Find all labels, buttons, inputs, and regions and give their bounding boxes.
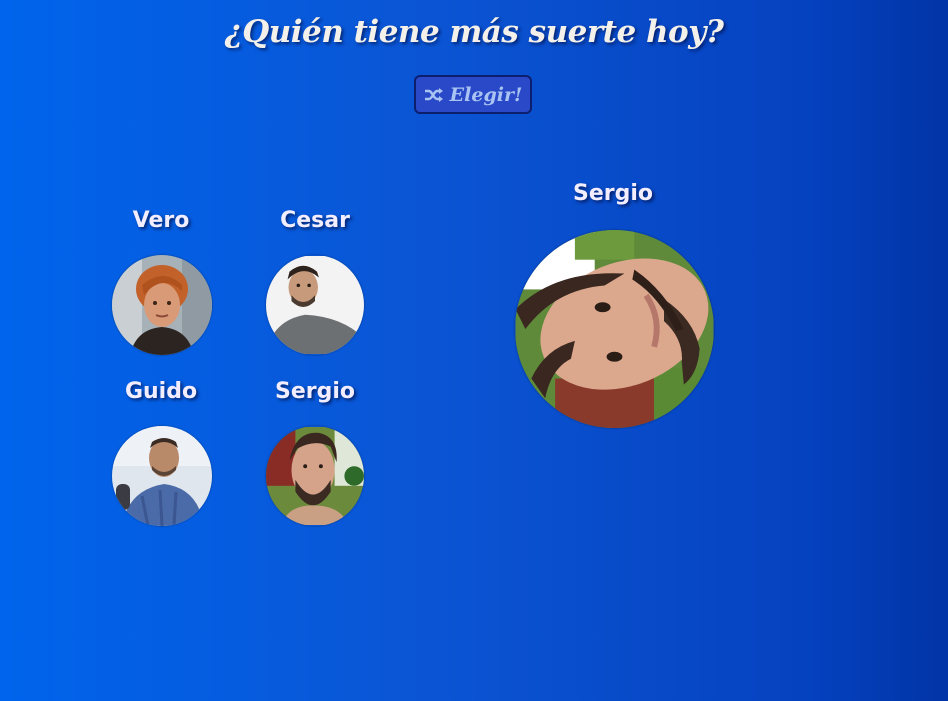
- avatar-guido: [112, 426, 212, 526]
- person-card-vero: Vero: [91, 208, 231, 234]
- person-name: Vero: [132, 208, 190, 233]
- winner-name: Sergio: [572, 181, 654, 206]
- person-card-cesar: Cesar: [245, 208, 385, 234]
- pick-button-label: Elegir!: [449, 83, 523, 106]
- person-name: Cesar: [280, 208, 350, 233]
- pick-button[interactable]: Elegir!: [414, 75, 532, 114]
- shuffle-icon: [424, 87, 444, 103]
- winner-avatar: [515, 230, 714, 428]
- avatar-cesar: [266, 255, 364, 355]
- person-name: Sergio: [274, 379, 356, 404]
- person-card-guido: Guido: [91, 379, 231, 405]
- avatar-sergio: [266, 426, 364, 526]
- person-card-sergio: Sergio: [245, 379, 385, 405]
- avatar-vero: [112, 255, 212, 355]
- page-title: ¿Quién tiene más suerte hoy?: [224, 14, 724, 50]
- person-name: Guido: [124, 379, 198, 404]
